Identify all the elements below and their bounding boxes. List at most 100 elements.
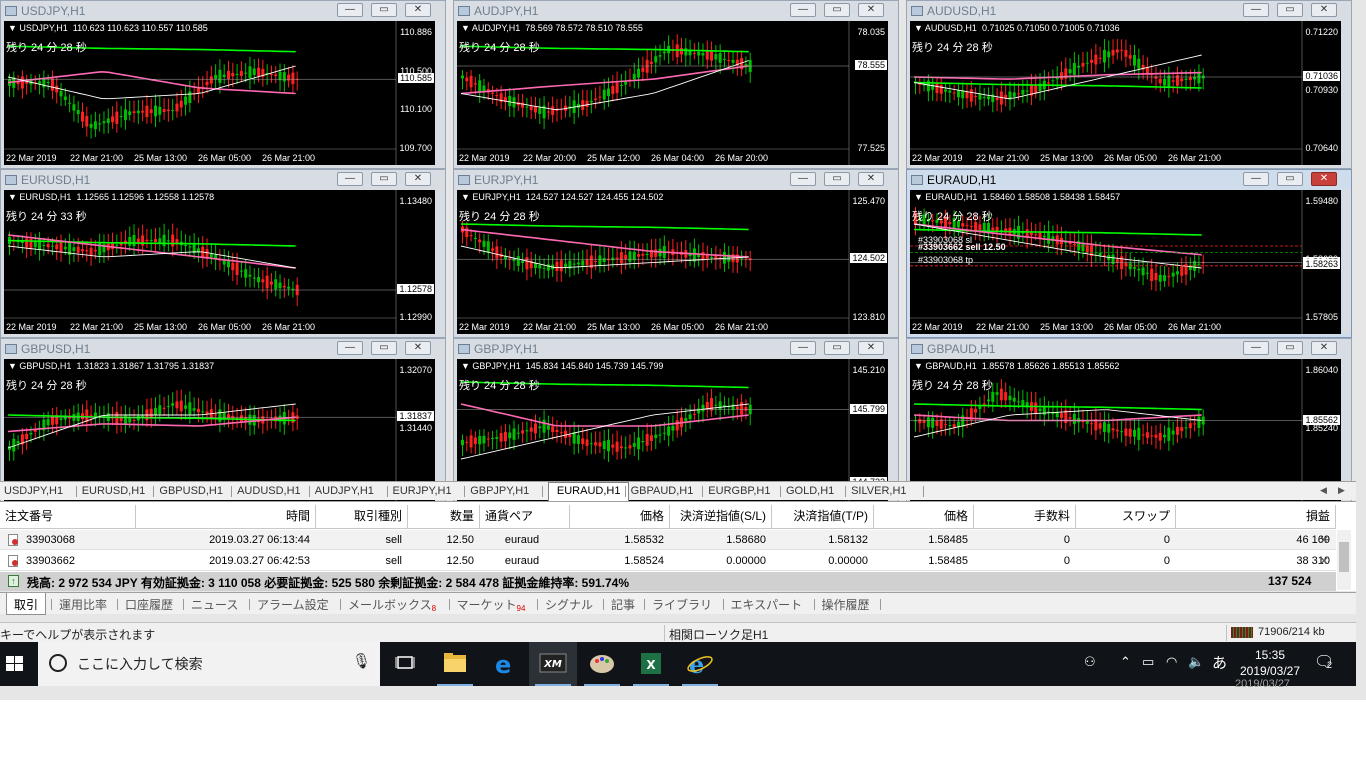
close-button[interactable]: ✕ [405, 172, 431, 186]
terminal-tab[interactable]: メールボックス8 [348, 596, 436, 613]
terminal-tab[interactable]: 記事 [611, 596, 635, 613]
start-button[interactable] [0, 642, 30, 686]
terminal-tab[interactable]: ニュース [191, 596, 238, 613]
window-titlebar[interactable]: EURAUD,H1 — ▭ ✕ [907, 170, 1351, 190]
minimize-button[interactable]: — [337, 341, 363, 355]
window-scrollbar[interactable] [437, 190, 445, 334]
chevron-down-icon[interactable]: ▼ [8, 23, 19, 33]
taskbar-search-box[interactable]: ここに入力して検索 🎙 [38, 642, 380, 686]
chart-tab[interactable]: EURGBP,H1 [708, 483, 770, 500]
close-button[interactable]: ✕ [1311, 172, 1337, 186]
column-header[interactable]: 手数料 [974, 505, 1076, 529]
column-header[interactable]: 通貨ペア [480, 505, 570, 529]
chevron-down-icon[interactable]: ▼ [461, 23, 472, 33]
battery-icon[interactable]: ▭ [1142, 654, 1154, 670]
window-scrollbar[interactable] [890, 21, 898, 165]
window-scrollbar[interactable] [1343, 21, 1351, 165]
taskbar-file-explorer[interactable] [431, 642, 479, 686]
terminal-tab[interactable]: 運用比率 [59, 596, 107, 613]
close-order-icon[interactable]: ✕ [1319, 530, 1329, 550]
maximize-button[interactable]: ▭ [371, 3, 397, 17]
chevron-down-icon[interactable]: ▼ [914, 361, 925, 371]
terminal-tab[interactable]: 取引 [6, 593, 47, 615]
window-titlebar[interactable]: GBPAUD,H1 — ▭ ✕ [907, 339, 1351, 359]
chart-tab[interactable]: EURUSD,H1 [82, 483, 146, 500]
chart-window[interactable]: AUDJPY,H1 — ▭ ✕ ▼ AUDJPY,H1 78.569 78.572 78… [453, 0, 899, 169]
price-chart[interactable]: ▼ USDJPY,H1 110.623 110.623 110.557 110.… [4, 21, 435, 165]
chart-tab[interactable]: EURAUD,H1 [547, 482, 630, 501]
chart-tab[interactable]: GBPJPY,H1 [470, 483, 529, 500]
chevron-down-icon[interactable]: ▼ [914, 192, 925, 202]
window-scrollbar[interactable] [437, 21, 445, 165]
taskbar-xm-terminal[interactable]: XM [529, 642, 577, 686]
column-header[interactable]: 注文番号 [0, 505, 136, 529]
close-button[interactable]: ✕ [405, 341, 431, 355]
column-header[interactable]: 価格 [570, 505, 670, 529]
close-button[interactable]: ✕ [1311, 3, 1337, 17]
taskbar-edge[interactable]: e [481, 642, 529, 686]
chevron-down-icon[interactable]: ▼ [8, 361, 19, 371]
minimize-button[interactable]: — [790, 341, 816, 355]
price-chart[interactable]: ▼ AUDUSD,H1 0.71025 0.71050 0.71005 0.71… [910, 21, 1341, 165]
scroll-right-icon[interactable]: ▶ [1338, 485, 1345, 496]
wifi-icon[interactable]: ◠ [1166, 654, 1177, 670]
chevron-up-icon[interactable]: ⌃ [1120, 654, 1131, 670]
minimize-button[interactable]: — [337, 3, 363, 17]
chart-window[interactable]: EURJPY,H1 — ▭ ✕ ▼ EURJPY,H1 124.527 124.527 … [453, 169, 899, 338]
taskbar-paint[interactable] [578, 642, 626, 686]
close-button[interactable]: ✕ [858, 172, 884, 186]
chevron-down-icon[interactable]: ▼ [914, 23, 925, 33]
terminal-tab[interactable]: アラーム設定 [257, 596, 329, 613]
column-header[interactable]: スワップ [1076, 505, 1176, 529]
price-chart[interactable]: ▼ AUDJPY,H1 78.569 78.572 78.510 78.555 残… [457, 21, 888, 165]
close-button[interactable]: ✕ [858, 341, 884, 355]
window-titlebar[interactable]: GBPJPY,H1 — ▭ ✕ [454, 339, 898, 359]
column-header[interactable]: 決済指値(T/P) [772, 505, 874, 529]
chart-tab[interactable]: EURJPY,H1 [393, 483, 452, 500]
chart-tab[interactable]: SILVER,H1 [851, 483, 906, 500]
maximize-button[interactable]: ▭ [824, 341, 850, 355]
sort-icon[interactable]: ▽ [1318, 511, 1325, 522]
column-header[interactable]: 価格 [874, 505, 974, 529]
close-button[interactable]: ✕ [405, 3, 431, 17]
maximize-button[interactable]: ▭ [824, 172, 850, 186]
terminal-tab[interactable]: マーケット94 [457, 596, 526, 613]
price-chart[interactable]: ▼ EURJPY,H1 124.527 124.527 124.455 124.… [457, 190, 888, 334]
window-scrollbar[interactable] [1343, 190, 1351, 334]
task-view-button[interactable] [381, 642, 429, 686]
close-button[interactable]: ✕ [1311, 341, 1337, 355]
minimize-button[interactable]: — [337, 172, 363, 186]
terminal-tab[interactable]: ライブラリ [652, 596, 712, 613]
maximize-button[interactable]: ▭ [1277, 341, 1303, 355]
chart-window[interactable]: EURAUD,H1 — ▭ ✕ ▼ EURAUD,H1 1.58460 1.58508 … [906, 169, 1352, 338]
ime-indicator[interactable]: あ [1212, 652, 1227, 673]
taskbar-excel[interactable]: X [627, 642, 675, 686]
window-titlebar[interactable]: EURJPY,H1 — ▭ ✕ [454, 170, 898, 190]
window-titlebar[interactable]: USDJPY,H1 — ▭ ✕ [1, 1, 445, 21]
taskbar-internet-explorer[interactable]: e [676, 642, 724, 686]
close-button[interactable]: ✕ [858, 3, 884, 17]
chart-tab[interactable]: USDJPY,H1 [4, 483, 63, 500]
window-titlebar[interactable]: AUDUSD,H1 — ▭ ✕ [907, 1, 1351, 21]
minimize-button[interactable]: — [790, 172, 816, 186]
column-header[interactable]: 取引種別 [316, 505, 408, 529]
price-chart[interactable]: ▼ EURAUD,H1 1.58460 1.58508 1.58438 1.58… [910, 190, 1341, 334]
chart-tab[interactable]: GBPUSD,H1 [159, 483, 223, 500]
maximize-button[interactable]: ▭ [1277, 172, 1303, 186]
scroll-left-icon[interactable]: ◀ [1320, 485, 1327, 496]
microphone-icon[interactable]: 🎙 [352, 652, 371, 670]
chart-tab[interactable]: GOLD,H1 [786, 483, 834, 500]
maximize-button[interactable]: ▭ [371, 341, 397, 355]
maximize-button[interactable]: ▭ [1277, 3, 1303, 17]
window-scrollbar[interactable] [890, 190, 898, 334]
column-header[interactable]: 時間 [136, 505, 316, 529]
column-header[interactable]: 損益 [1176, 505, 1336, 529]
window-titlebar[interactable]: EURUSD,H1 — ▭ ✕ [1, 170, 445, 190]
table-row[interactable]: 33903068 2019.03.27 06:13:44 sell 12.50 eura… [0, 530, 1336, 550]
window-titlebar[interactable]: AUDJPY,H1 — ▭ ✕ [454, 1, 898, 21]
terminal-tab[interactable]: 口座履歴 [125, 596, 173, 613]
terminal-tab[interactable]: 操作履歴 [822, 596, 870, 613]
minimize-button[interactable]: — [1243, 341, 1269, 355]
terminal-tab[interactable]: シグナル [545, 596, 593, 613]
minimize-button[interactable]: — [1243, 172, 1269, 186]
